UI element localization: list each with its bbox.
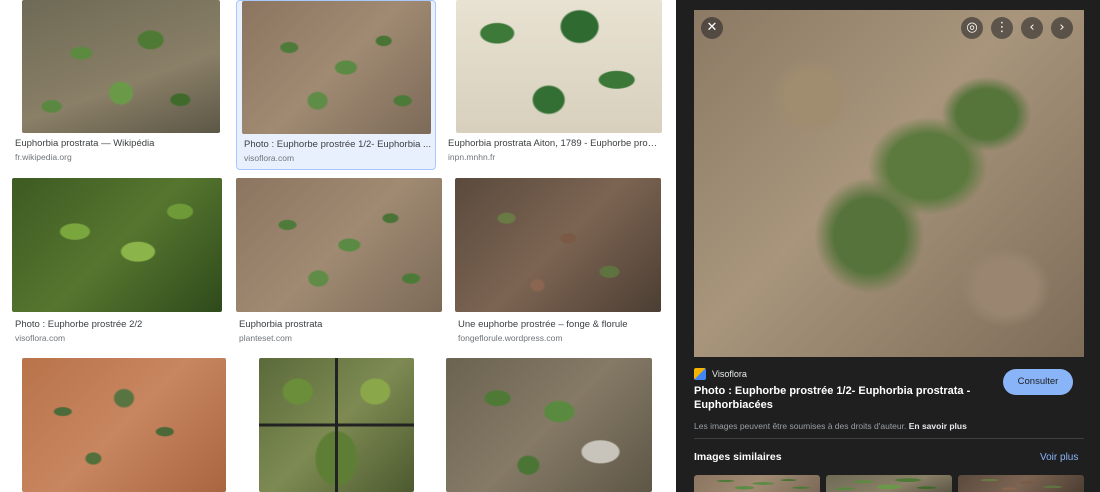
result-source: visoflora.com [15,333,66,343]
image-preview-panel: ✕ ◎ ⋮ ‹ › Visoflora Photo : Euphorbe pro… [676,0,1100,492]
divider [694,438,1084,439]
result-source: fr.wikipedia.org [15,152,72,162]
image-result[interactable] [12,358,226,492]
result-source: inpn.mnhn.fr [448,152,496,162]
result-caption[interactable]: Euphorbia prostrata — Wikipédia [15,138,220,149]
learn-more-link[interactable]: En savoir plus [909,421,967,431]
visit-button[interactable]: Consulter [1003,369,1073,395]
result-thumbnail[interactable] [259,358,414,492]
more-options-icon[interactable]: ⋮ [991,17,1013,39]
result-caption[interactable]: Photo : Euphorbe prostrée 2/2 [15,319,220,330]
preview-image[interactable]: ✕ ◎ ⋮ ‹ › [694,10,1084,357]
similar-images-heading: Images similaires [694,451,782,463]
result-thumbnail[interactable] [455,178,661,312]
copyright-notice: Les images peuvent être soumises à des d… [694,421,967,431]
next-icon[interactable]: › [1051,17,1073,39]
result-thumbnail[interactable] [22,358,226,492]
close-icon[interactable]: ✕ [701,17,723,39]
result-thumbnail[interactable] [22,0,220,133]
result-thumbnail[interactable] [12,178,222,312]
similar-image-thumbnail[interactable] [826,475,952,492]
copyright-text: Les images peuvent être soumises à des d… [694,421,907,431]
result-caption[interactable]: Photo : Euphorbe prostrée 1/2- Euphorbia… [244,139,432,150]
previous-icon[interactable]: ‹ [1021,17,1043,39]
preview-title[interactable]: Photo : Euphorbe prostrée 1/2- Euphorbia… [694,384,984,412]
result-caption[interactable]: Une euphorbe prostrée – fonge & florule [458,319,661,330]
lens-icon[interactable]: ◎ [961,17,983,39]
result-thumbnail[interactable] [236,178,442,312]
see-more-link[interactable]: Voir plus [1040,452,1078,463]
site-favicon [694,368,706,380]
image-result[interactable]: Photo : Euphorbe prostrée 2/2 visoflora.… [12,178,222,346]
result-caption[interactable]: Euphorbia prostrata [239,319,439,330]
result-source: planteset.com [239,333,292,343]
preview-source[interactable]: Visoflora [694,367,747,381]
image-result[interactable]: Une euphorbe prostrée – fonge & florule … [455,178,661,346]
result-thumbnail[interactable] [456,0,662,133]
image-result[interactable] [446,358,652,492]
result-thumbnail[interactable] [446,358,652,492]
image-result-selected[interactable]: Photo : Euphorbe prostrée 1/2- Euphorbia… [236,0,436,170]
result-caption[interactable]: Euphorbia prostrata Aiton, 1789 - Euphor… [448,138,660,149]
similar-image-thumbnail[interactable] [694,475,820,492]
image-result[interactable]: Euphorbia prostrata — Wikipédia fr.wikip… [12,0,220,165]
result-source: fongeflorule.wordpress.com [458,333,563,343]
image-result[interactable]: Euphorbia prostrata Aiton, 1789 - Euphor… [448,0,662,165]
image-result[interactable] [259,358,414,492]
similar-image-thumbnail[interactable] [958,475,1084,492]
image-results-grid: Euphorbia prostrata — Wikipédia fr.wikip… [0,0,676,492]
site-name[interactable]: Visoflora [712,369,747,379]
result-thumbnail[interactable] [242,1,431,134]
image-result[interactable]: Euphorbia prostrata planteset.com [236,178,442,346]
result-source: visoflora.com [244,153,295,163]
